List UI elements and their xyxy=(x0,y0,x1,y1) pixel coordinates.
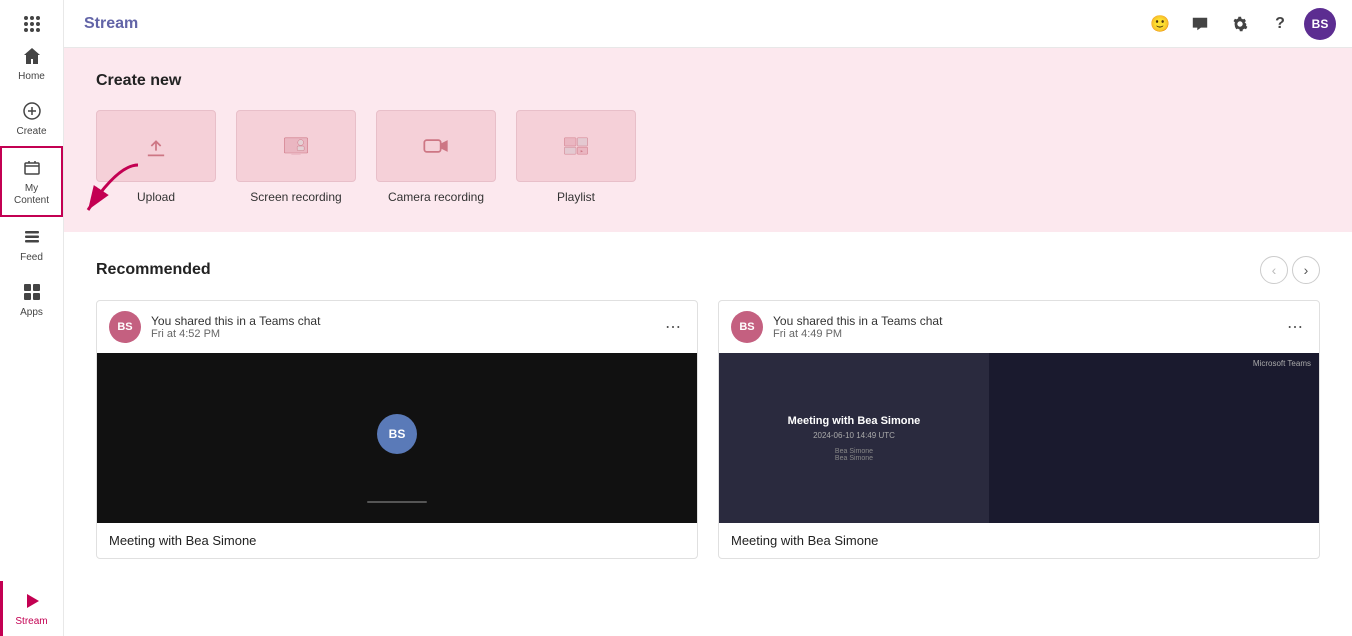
create-card-screen-recording[interactable]: Screen recording xyxy=(236,110,356,204)
create-card-playlist[interactable]: Playlist xyxy=(516,110,636,204)
video-card-2-thumb[interactable]: Microsoft Teams Meeting with Bea Simone … xyxy=(719,353,1319,523)
create-section: Create new Upload xyxy=(64,48,1352,232)
sidebar-item-stream[interactable]: Stream xyxy=(0,581,63,636)
sidebar-label-apps: Apps xyxy=(20,307,43,319)
screen-recording-thumb xyxy=(236,110,356,182)
topbar: Stream 🙂 ? BS xyxy=(64,0,1352,48)
video-card-1-info: You shared this in a Teams chat Fri at 4… xyxy=(151,314,651,340)
video-card-2-more-btn[interactable]: ⋯ xyxy=(1283,313,1307,341)
sidebar-item-my-content[interactable]: My Content xyxy=(0,146,63,217)
content-area: Create new Upload xyxy=(64,48,1352,636)
video-card-2: BS You shared this in a Teams chat Fri a… xyxy=(718,300,1320,559)
sidebar-item-feed[interactable]: Feed xyxy=(0,217,63,272)
stream-icon xyxy=(20,589,44,613)
camera-recording-thumb xyxy=(376,110,496,182)
video-card-1-header: BS You shared this in a Teams chat Fri a… xyxy=(97,301,697,353)
video-card-2-shared: You shared this in a Teams chat xyxy=(773,314,1273,328)
create-cards: Upload Screen recording xyxy=(96,110,1320,204)
home-icon xyxy=(20,44,44,68)
create-card-camera-recording[interactable]: Camera recording xyxy=(376,110,496,204)
sidebar-item-apps[interactable]: Apps xyxy=(0,272,63,327)
video-card-1-title: Meeting with Bea Simone xyxy=(97,523,697,558)
nav-arrows: ‹ › xyxy=(1260,256,1320,284)
video-card-2-avatar: BS xyxy=(731,311,763,343)
video-cards: BS You shared this in a Teams chat Fri a… xyxy=(96,300,1320,559)
upload-label: Upload xyxy=(137,190,175,204)
user-avatar-btn[interactable]: BS xyxy=(1304,8,1336,40)
camera-recording-label: Camera recording xyxy=(388,190,484,204)
settings-icon[interactable] xyxy=(1224,8,1256,40)
sidebar-label-home: Home xyxy=(18,71,45,83)
meeting-panel-names2: Bea Simone xyxy=(835,455,873,462)
playlist-thumb xyxy=(516,110,636,182)
video-card-1: BS You shared this in a Teams chat Fri a… xyxy=(96,300,698,559)
nav-next-btn[interactable]: › xyxy=(1292,256,1320,284)
create-icon xyxy=(20,99,44,123)
app-title: Stream xyxy=(84,15,138,33)
meeting-panel-names: Bea Simone xyxy=(835,448,873,455)
help-icon[interactable]: ? xyxy=(1264,8,1296,40)
sidebar-label-stream: Stream xyxy=(15,616,47,628)
sidebar-item-home[interactable]: Home xyxy=(0,36,63,91)
video-card-1-more-btn[interactable]: ⋯ xyxy=(661,313,685,341)
grid-icon xyxy=(24,16,40,32)
sidebar-item-grid[interactable] xyxy=(0,8,63,36)
video-card-1-bs-circle: BS xyxy=(377,414,417,454)
video-card-1-time: Fri at 4:52 PM xyxy=(151,328,651,340)
screen-recording-label: Screen recording xyxy=(250,190,341,204)
video-card-2-header: BS You shared this in a Teams chat Fri a… xyxy=(719,301,1319,353)
sidebar-item-create[interactable]: Create xyxy=(0,91,63,146)
upload-thumb xyxy=(96,110,216,182)
chat-icon[interactable] xyxy=(1184,8,1216,40)
sidebar-label-feed: Feed xyxy=(20,252,43,264)
emoji-icon[interactable]: 🙂 xyxy=(1144,8,1176,40)
meeting-panel-title: Meeting with Bea Simone xyxy=(788,415,921,427)
feed-icon xyxy=(20,225,44,249)
meeting-info-panel: Meeting with Bea Simone 2024-06-10 14:49… xyxy=(719,353,989,523)
main-area: Stream 🙂 ? BS Create new Upload xyxy=(64,0,1352,636)
create-card-upload[interactable]: Upload xyxy=(96,110,216,204)
recommended-title: Recommended xyxy=(96,261,1260,279)
create-section-title: Create new xyxy=(96,72,1320,90)
recommended-header: Recommended ‹ › xyxy=(96,256,1320,284)
sidebar-label-create: Create xyxy=(16,126,46,138)
video-card-2-info: You shared this in a Teams chat Fri at 4… xyxy=(773,314,1273,340)
playlist-label: Playlist xyxy=(557,190,595,204)
ms-teams-label: Microsoft Teams xyxy=(1253,359,1311,368)
meeting-content xyxy=(989,353,1319,523)
video-card-1-avatar: BS xyxy=(109,311,141,343)
video-card-1-thumb[interactable]: BS xyxy=(97,353,697,523)
video-card-2-time: Fri at 4:49 PM xyxy=(773,328,1273,340)
meeting-panel-date: 2024-06-10 14:49 UTC xyxy=(813,431,895,440)
video-card-2-title: Meeting with Bea Simone xyxy=(719,523,1319,558)
video-card-1-shared: You shared this in a Teams chat xyxy=(151,314,651,328)
apps-icon xyxy=(20,280,44,304)
recommended-section: Recommended ‹ › BS You shared this in a … xyxy=(64,232,1352,583)
sidebar-label-my-content: My Content xyxy=(6,183,57,207)
sidebar: Home Create My Content Feed Apps Stream xyxy=(0,0,64,636)
my-content-icon xyxy=(20,156,44,180)
nav-prev-btn[interactable]: ‹ xyxy=(1260,256,1288,284)
